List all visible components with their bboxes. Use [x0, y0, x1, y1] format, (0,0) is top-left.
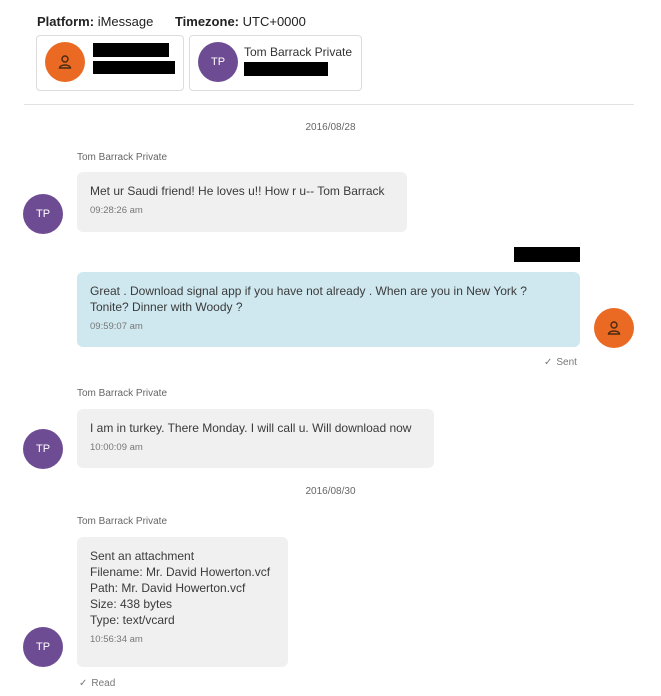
redaction-bar	[93, 43, 169, 57]
participant-avatar: TP	[198, 42, 238, 82]
message-text: I am in turkey. There Monday. I will cal…	[90, 421, 412, 435]
date-separator: 2016/08/28	[305, 122, 356, 133]
message-time: 09:59:07 am	[90, 321, 143, 332]
checkmark-icon: ✓	[544, 357, 553, 368]
conversation-header: Platform: iMessage Timezone: UTC+0000	[37, 14, 306, 29]
platform-value: iMessage	[97, 14, 154, 29]
checkmark-icon: ✓	[79, 678, 88, 689]
sender-avatar: TP	[23, 627, 63, 667]
participant-card-tom-barrack: TP Tom Barrack Private	[189, 35, 362, 91]
message-text: Tonite? Dinner with Woody ?	[90, 300, 243, 314]
redaction-bar	[93, 61, 175, 74]
timezone-label: Timezone:	[174, 14, 240, 29]
message-bubble-incoming[interactable]: Met ur Saudi friend! He loves u!! How r …	[77, 172, 407, 232]
message-sender: Tom Barrack Private	[77, 152, 168, 163]
redaction-bar	[514, 247, 580, 262]
message-text: Type: text/vcard	[90, 613, 175, 627]
message-time: 10:56:34 am	[90, 634, 143, 645]
message-text: Met ur Saudi friend! He loves u!! How r …	[90, 184, 385, 198]
date-separator: 2016/08/30	[305, 486, 356, 497]
message-sender: Tom Barrack Private	[77, 516, 168, 527]
message-time: 10:00:09 am	[90, 442, 143, 453]
message-bubble-outgoing[interactable]: Great . Download signal app if you have …	[77, 272, 580, 347]
message-text: Path: Mr. David Howerton.vcf	[90, 581, 246, 595]
message-text: Filename: Mr. David Howerton.vcf	[90, 565, 271, 579]
status-text: Read	[91, 678, 116, 689]
redaction-bar	[244, 62, 328, 76]
platform-label: Platform:	[37, 14, 95, 29]
sender-avatar: TP	[23, 194, 63, 234]
sender-avatar: TP	[23, 429, 63, 469]
participant-name: Tom Barrack Private	[244, 45, 353, 59]
message-bubble-attachment[interactable]: Sent an attachment Filename: Mr. David H…	[77, 537, 288, 667]
user-icon	[45, 42, 85, 82]
message-time: 09:28:26 am	[90, 205, 143, 216]
status-text: Sent	[556, 357, 577, 368]
user-icon	[594, 308, 634, 348]
message-text: Great . Download signal app if you have …	[90, 284, 527, 298]
message-sender: Tom Barrack Private	[77, 388, 168, 399]
delivery-status: ✓ Read	[79, 678, 115, 689]
participant-card-self	[36, 35, 184, 91]
message-bubble-incoming[interactable]: I am in turkey. There Monday. I will cal…	[77, 409, 434, 468]
delivery-status: ✓ Sent	[544, 357, 577, 368]
message-text: Size: 438 bytes	[90, 597, 173, 611]
message-text: Sent an attachment	[90, 549, 195, 563]
header-divider	[24, 104, 634, 105]
timezone-value: UTC+0000	[242, 14, 306, 29]
